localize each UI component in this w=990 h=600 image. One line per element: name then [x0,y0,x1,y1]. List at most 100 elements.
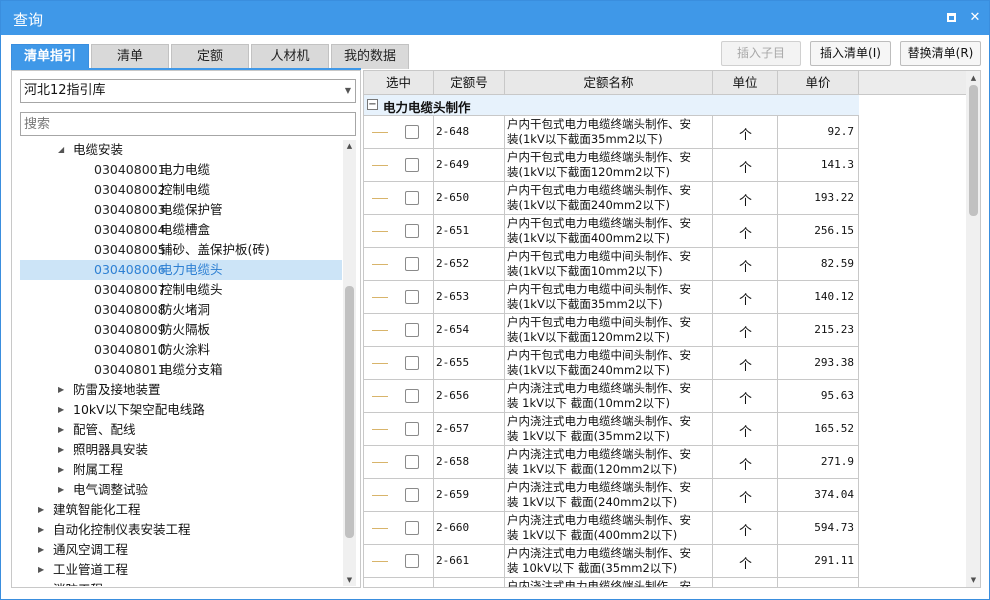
collapse-icon[interactable]: ◢ [58,140,64,160]
quota-name: 户内干包式电力电缆终端头制作、安 装(1kV以下截面400mm2以下) [507,216,713,246]
table-scroll-thumb[interactable] [969,85,978,216]
quota-name: 户内干包式电力电缆中间头制作、安 装(1kV以下截面35mm2以下) [507,282,713,312]
table-row[interactable]: 2-648 户内干包式电力电缆终端头制作、安 装(1kV以下截面35mm2以下) 个 9… [364,116,859,149]
expand-icon[interactable]: ▶ [58,480,64,500]
tree-item-label: 防火涂料 [160,342,211,357]
expand-icon[interactable]: ▶ [38,560,44,580]
expand-icon[interactable]: ▶ [38,500,44,520]
tree-item-code: 030408001 [94,162,166,177]
table-row[interactable]: 2-653 户内干包式电力电缆中间头制作、安 装(1kV以下截面35mm2以下) 个 1… [364,281,859,314]
quota-code-cell: 2-659 [434,479,505,512]
scroll-down-icon[interactable]: ▼ [966,574,980,586]
row-checkbox[interactable] [405,257,419,271]
tree-item[interactable]: ◢ 电缆安装 [20,140,342,160]
expand-icon[interactable]: ▶ [38,580,44,586]
scroll-up-icon[interactable]: ▲ [343,140,356,152]
expand-icon[interactable]: ▶ [58,460,64,480]
expand-icon[interactable]: ▶ [58,380,64,400]
tree-item[interactable]: ▶ 自动化控制仪表安装工程 [20,520,342,540]
row-checkbox[interactable] [405,455,419,469]
tree-item[interactable]: 030408009 防火隔板 [20,320,342,340]
table-row[interactable]: 2-660 户内浇注式电力电缆终端头制作、安装 1kV以下 截面(400mm2以下… [364,512,859,545]
tree-item[interactable]: ▶ 建筑智能化工程 [20,500,342,520]
close-icon[interactable]: ✕ [967,10,983,26]
table-row[interactable]: 2-651 户内干包式电力电缆终端头制作、安 装(1kV以下截面400mm2以下) 个… [364,215,859,248]
collapse-icon[interactable]: − [367,99,378,110]
table-row[interactable]: 2-657 户内浇注式电力电缆终端头制作、安装 1kV以下 截面(35mm2以下)… [364,413,859,446]
table-row[interactable]: 2-658 户内浇注式电力电缆终端头制作、安装 1kV以下 截面(120mm2以下… [364,446,859,479]
search-input[interactable] [20,112,356,136]
unit-cell: 个 [713,182,778,215]
tree-item[interactable]: 030408011 电缆分支箱 [20,360,342,380]
tree-item-code: 030408007 [94,282,166,297]
scroll-up-icon[interactable]: ▲ [966,72,980,84]
table-row[interactable]: 2-650 户内干包式电力电缆终端头制作、安 装(1kV以下截面240mm2以下) 个… [364,182,859,215]
tree-item[interactable]: 030408004 电缆槽盒 [20,220,342,240]
table-row[interactable]: 2-656 户内浇注式电力电缆终端头制作、安装 1kV以下 截面(10mm2以下)… [364,380,859,413]
table-row[interactable]: 2-659 户内浇注式电力电缆终端头制作、安装 1kV以下 截面(240mm2以下… [364,479,859,512]
tab-labor-material-machine[interactable]: 人材机 [251,44,329,69]
row-checkbox[interactable] [405,488,419,502]
table-row[interactable]: 2-661 户内浇注式电力电缆终端头制作、安装 10kV以下 截面(35mm2以下… [364,545,859,578]
tree-item[interactable]: 030408006 电力电缆头 [20,260,342,280]
row-checkbox[interactable] [405,554,419,568]
scroll-down-icon[interactable]: ▼ [343,574,356,586]
tree-item[interactable]: ▶ 照明器具安装 [20,440,342,460]
row-checkbox[interactable] [405,422,419,436]
maximize-icon[interactable] [943,10,959,26]
tree-item[interactable]: ▶ 配管、配线 [20,420,342,440]
tab-quota[interactable]: 定额 [171,44,249,69]
row-checkbox[interactable] [405,125,419,139]
expand-icon[interactable]: ▶ [38,520,44,540]
tree-item[interactable]: ▶ 消防工程 [20,580,342,586]
row-checkbox[interactable] [405,224,419,238]
unit: 个 [738,260,752,275]
row-checkbox[interactable] [405,389,419,403]
table-row[interactable]: 2-654 户内干包式电力电缆中间头制作、安 装(1kV以下截面120mm2以下) 个… [364,314,859,347]
tree-item[interactable]: 030408010 防火涂料 [20,340,342,360]
table-row[interactable]: 2-655 户内干包式电力电缆中间头制作、安 装(1kV以下截面240mm2以下) 个… [364,347,859,380]
tab-list-guide[interactable]: 清单指引 [11,44,89,69]
select-cell [364,149,434,182]
tree-item[interactable]: 030408005 铺砂、盖保护板(砖) [20,240,342,260]
row-checkbox[interactable] [405,158,419,172]
row-checkbox[interactable] [405,521,419,535]
tree-scrollbar[interactable]: ▲ ▼ [343,140,356,586]
tree-item[interactable]: 030408001 电力电缆 [20,160,342,180]
tree-item-code: 030408005 [94,242,166,257]
row-checkbox[interactable] [405,587,419,588]
column-header-quota-name: 定额名称 [505,71,713,95]
tree-item[interactable]: 030408003 电缆保护管 [20,200,342,220]
tab-my-data[interactable]: 我的数据 [331,44,409,69]
library-select[interactable]: 河北12指引库 ▼ [20,79,356,103]
tree-scroll-thumb[interactable] [345,286,354,538]
table-row[interactable]: 户内浇注式电力电缆终端头制作、安 [364,578,859,588]
row-checkbox[interactable] [405,290,419,304]
expand-icon[interactable]: ▶ [38,540,44,560]
row-checkbox[interactable] [405,356,419,370]
tree-item[interactable]: ▶ 通风空调工程 [20,540,342,560]
group-row[interactable]: − 电力电缆头制作 [364,95,859,116]
expand-icon[interactable]: ▶ [58,420,64,440]
replace-list-button[interactable]: 替换清单(R) [900,41,981,66]
row-checkbox[interactable] [405,323,419,337]
expand-icon[interactable]: ▶ [58,440,64,460]
tree-item[interactable]: 030408007 控制电缆头 [20,280,342,300]
tree-item[interactable]: ▶ 10kV以下架空配电线路 [20,400,342,420]
expand-icon[interactable]: ▶ [58,400,64,420]
tree-item[interactable]: ▶ 防雷及接地装置 [20,380,342,400]
tab-list[interactable]: 清单 [91,44,169,69]
tree-item[interactable]: ▶ 附属工程 [20,460,342,480]
tree-item[interactable]: ▶ 工业管道工程 [20,560,342,580]
insert-child-button[interactable]: 插入子目 [721,41,801,66]
tree-item-label: 电力电缆 [160,162,211,177]
tree-item[interactable]: ▶ 电气调整试验 [20,480,342,500]
insert-list-button[interactable]: 插入清单(I) [810,41,891,66]
row-checkbox[interactable] [405,191,419,205]
tree-item[interactable]: 030408002 控制电缆 [20,180,342,200]
quota-name-line-1: 户内干包式电力电缆终端头制作、安 [507,150,691,164]
tree-item[interactable]: 030408008 防火堵洞 [20,300,342,320]
table-row[interactable]: 2-652 户内干包式电力电缆中间头制作、安 装(1kV以下截面10mm2以下) 个 8… [364,248,859,281]
table-row[interactable]: 2-649 户内干包式电力电缆终端头制作、安 装(1kV以下截面120mm2以下) 个… [364,149,859,182]
table-scrollbar[interactable]: ▲ ▼ [966,71,980,587]
